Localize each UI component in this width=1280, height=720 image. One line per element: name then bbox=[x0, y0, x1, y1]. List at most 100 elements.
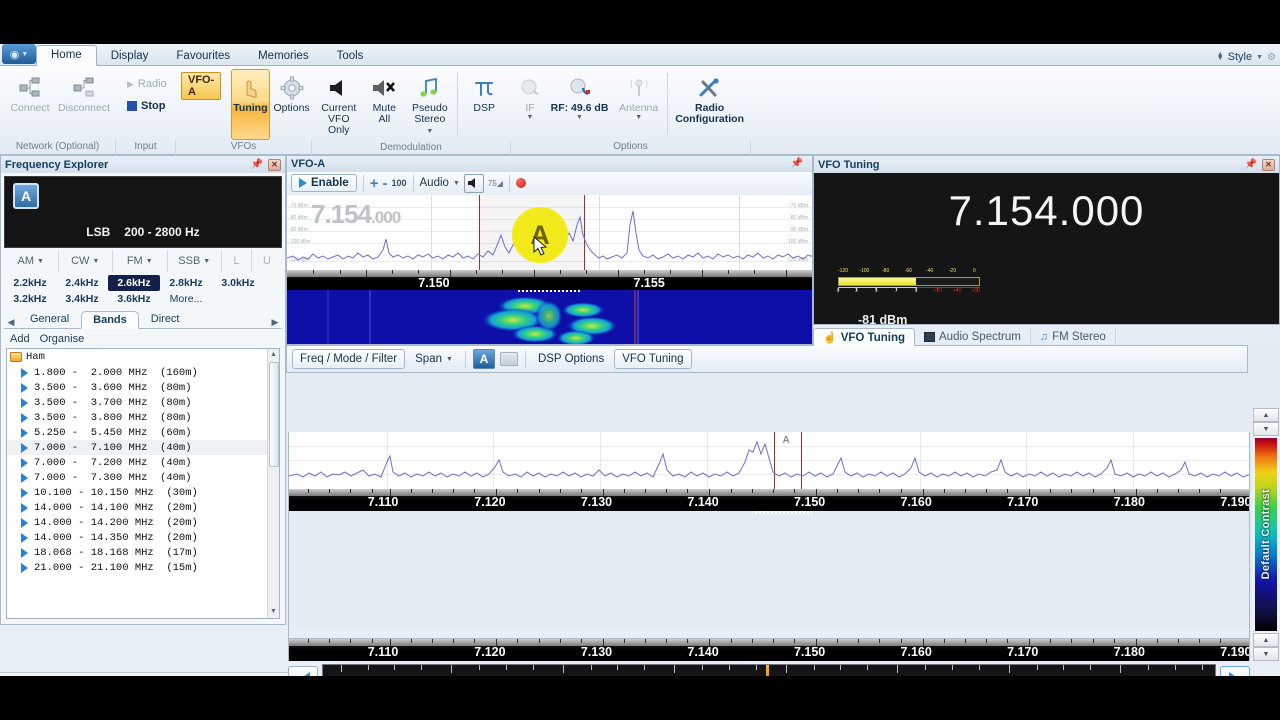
span-dropdown[interactable]: Span ▼ bbox=[410, 350, 458, 368]
tab-direct[interactable]: Direct bbox=[139, 310, 192, 328]
speaker-toggle-button[interactable] bbox=[463, 173, 484, 193]
bandwidth-option[interactable]: 3.6kHz bbox=[108, 291, 160, 307]
step-increase-button[interactable]: + bbox=[370, 176, 379, 191]
vfo-options-button[interactable]: Options bbox=[272, 69, 312, 140]
pin-icon[interactable]: 📌 bbox=[251, 159, 263, 170]
ribbon-tab-home[interactable]: Home bbox=[36, 45, 97, 66]
bandwidth-option[interactable]: 2.2kHz bbox=[4, 275, 56, 291]
pin-icon[interactable]: 📌 bbox=[791, 158, 803, 169]
close-icon[interactable]: ✕ bbox=[268, 158, 281, 171]
tab-bands[interactable]: Bands bbox=[81, 311, 139, 329]
chevron-down-icon[interactable]: ▼ bbox=[1256, 54, 1263, 61]
list-item[interactable]: 5.250 - 5.450 MHz (60m) bbox=[7, 425, 279, 440]
enable-button[interactable]: Enable bbox=[291, 174, 357, 193]
main-spectrum-trace-area[interactable]: A bbox=[288, 432, 1250, 489]
vfo-tuning-display[interactable]: 7.154.000 -120 -100 -80 -60 -40 -20 0 0 … bbox=[813, 173, 1280, 325]
vfo-a-spectrum[interactable]: -70 dBm -80 dBm -90 dBm -100 dBm -120 dB… bbox=[286, 195, 813, 271]
list-item[interactable]: 3.500 - 3.700 MHz (80m) bbox=[7, 395, 279, 410]
main-waterfall[interactable] bbox=[288, 511, 1250, 639]
chevron-down-icon[interactable]: ▼ bbox=[426, 128, 433, 135]
contrast-scroll-down-icon-2[interactable]: ▼ bbox=[1253, 647, 1279, 661]
bandwidth-option[interactable]: 3.4kHz bbox=[56, 291, 108, 307]
radio-button[interactable]: ▶ Radio bbox=[121, 75, 173, 93]
application-menu-button[interactable]: ◉ ▼ bbox=[2, 44, 36, 64]
pin-icon[interactable]: 📌 bbox=[1245, 159, 1257, 170]
main-frequency-ruler[interactable]: 7.110 7.120 7.130 7.140 7.150 7.160 7.17… bbox=[288, 489, 1250, 511]
mode-button-am[interactable]: AM ▼ bbox=[4, 250, 59, 272]
mode-button-usb[interactable]: U bbox=[252, 250, 282, 272]
list-item[interactable]: 7.000 - 7.200 MHz (40m) bbox=[7, 455, 279, 470]
list-item[interactable]: 10.100 - 10.150 MHz (30m) bbox=[7, 485, 279, 500]
navigation-scale[interactable]: 4.000 5.000 6.000 7.000 8.000 9.000 10.0… bbox=[322, 664, 1216, 676]
main-frequency-ruler-bottom[interactable]: 7.110 7.120 7.130 7.140 7.150 7.160 7.17… bbox=[288, 639, 1250, 661]
mode-button-cw[interactable]: CW ▼ bbox=[59, 250, 113, 272]
volume-level-label[interactable]: 75◢ bbox=[488, 179, 503, 188]
bandwidth-more-button[interactable]: More... bbox=[160, 291, 212, 307]
list-item[interactable]: 18.068 - 18.168 MHz (17m) bbox=[7, 545, 279, 560]
record-button[interactable] bbox=[515, 178, 526, 189]
mute-all-button[interactable]: Mute All bbox=[363, 69, 407, 129]
scroll-down-icon[interactable]: ▼ bbox=[268, 606, 280, 618]
freq-mode-filter-button[interactable]: Freq / Mode / Filter bbox=[292, 349, 406, 369]
bandwidth-option[interactable]: 3.2kHz bbox=[4, 291, 56, 307]
add-button[interactable]: Add bbox=[10, 333, 30, 345]
list-item[interactable]: 7.000 - 7.300 MHz (40m) bbox=[7, 470, 279, 485]
chevron-down-icon[interactable]: ▼ bbox=[576, 114, 583, 121]
vfo-tuning-button[interactable]: VFO Tuning bbox=[614, 349, 692, 369]
list-item[interactable]: 1.800 - 2.000 MHz (160m) bbox=[7, 365, 279, 380]
close-icon[interactable]: ✕ bbox=[1262, 158, 1275, 171]
pseudo-stereo-button[interactable]: Pseudo Stereo ▼ bbox=[408, 69, 452, 141]
list-item[interactable]: 14.000 - 14.350 MHz (20m) bbox=[7, 530, 279, 545]
tree-root-item[interactable]: Ham bbox=[7, 349, 279, 365]
radio-configuration-button[interactable]: Radio Configuration bbox=[673, 69, 746, 129]
chevron-down-icon[interactable]: ▼ bbox=[203, 258, 210, 265]
chevron-down-icon[interactable]: ▼ bbox=[453, 180, 460, 187]
tuning-button[interactable]: Tuning bbox=[231, 69, 270, 140]
disconnect-button[interactable]: Disconnect bbox=[57, 69, 111, 118]
list-item[interactable]: 14.000 - 14.200 MHz (20m) bbox=[7, 515, 279, 530]
dsp-button[interactable]: DSP bbox=[462, 69, 506, 118]
list-item[interactable]: 3.500 - 3.800 MHz (80m) bbox=[7, 410, 279, 425]
vfo-a-frequency-ruler[interactable]: 7.150 7.155 bbox=[286, 270, 813, 291]
nav-next-button[interactable] bbox=[1220, 666, 1250, 676]
if-button[interactable]: IF ▼ bbox=[516, 69, 544, 125]
gear-icon[interactable]: ⚙ bbox=[1267, 52, 1276, 63]
list-item[interactable]: 3.500 - 3.600 MHz (80m) bbox=[7, 380, 279, 395]
current-vfo-only-button[interactable]: Current VFO Only bbox=[317, 69, 361, 140]
taskbar-item-frequency-explorer[interactable]: Frequency Explorer bbox=[3, 675, 138, 676]
chevron-down-icon[interactable]: ▼ bbox=[37, 258, 44, 265]
contrast-scroll-up-icon-2[interactable]: ▲ bbox=[1253, 633, 1279, 647]
contrast-scroll-up-icon[interactable]: ▲ bbox=[1253, 408, 1279, 422]
tab-vfo-tuning[interactable]: ☝ VFO Tuning bbox=[813, 328, 916, 346]
mode-button-fm[interactable]: FM ▼ bbox=[113, 250, 168, 272]
spinner-icon[interactable]: ▲ ▼ bbox=[1217, 51, 1224, 62]
audio-dropdown[interactable]: Audio bbox=[420, 177, 449, 189]
band-tree-scrollbar[interactable]: ▲ ▼ bbox=[267, 349, 279, 618]
ribbon-tab-tools[interactable]: Tools bbox=[323, 47, 378, 66]
chevron-down-icon[interactable]: ▼ bbox=[92, 258, 99, 265]
list-item[interactable]: 14.000 - 14.100 MHz (20m) bbox=[7, 500, 279, 515]
organise-button[interactable]: Organise bbox=[40, 333, 85, 345]
step-decrease-button[interactable]: - bbox=[382, 176, 387, 191]
tab-general[interactable]: General bbox=[18, 310, 81, 328]
printer-icon[interactable] bbox=[499, 352, 518, 366]
chevron-down-icon[interactable]: ▼ bbox=[527, 114, 534, 121]
band-tree[interactable]: Ham 1.800 - 2.000 MHz (160m) 3.500 - 3.6… bbox=[6, 348, 280, 619]
scrollbar-thumb[interactable] bbox=[268, 362, 279, 467]
chevron-down-icon[interactable]: ▼ bbox=[635, 114, 642, 121]
nav-previous-button[interactable] bbox=[288, 666, 318, 676]
bandwidth-option[interactable]: 2.4kHz bbox=[56, 275, 108, 291]
list-item-selected[interactable]: 7.000 - 7.100 MHz (40m) bbox=[7, 440, 279, 455]
bandwidth-option-selected[interactable]: 2.6kHz bbox=[108, 275, 160, 291]
tab-audio-spectrum[interactable]: Audio Spectrum bbox=[915, 329, 1031, 345]
vfo-a-chip[interactable]: VFO-A bbox=[181, 72, 222, 100]
ribbon-tab-display[interactable]: Display bbox=[97, 47, 163, 66]
tab-scroll-left-icon[interactable]: ◀ bbox=[4, 317, 18, 328]
bandwidth-option[interactable]: 2.8kHz bbox=[160, 275, 212, 291]
dsp-options-button[interactable]: DSP Options bbox=[533, 350, 609, 368]
vfo-a-toggle-button[interactable]: A bbox=[472, 349, 495, 369]
tab-fm-stereo[interactable]: ♫ FM Stereo bbox=[1031, 329, 1116, 345]
chevron-down-icon[interactable]: ▼ bbox=[446, 356, 453, 363]
ribbon-tab-favourites[interactable]: Favourites bbox=[162, 47, 244, 66]
chevron-down-icon[interactable]: ▼ bbox=[146, 258, 153, 265]
